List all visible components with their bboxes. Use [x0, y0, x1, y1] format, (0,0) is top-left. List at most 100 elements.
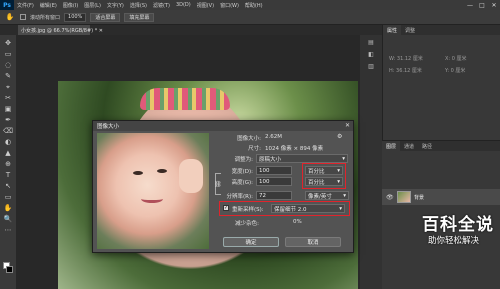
window-controls: — □ ✕ [464, 0, 500, 10]
eraser-tool-icon[interactable]: ⌫ [2, 127, 14, 136]
image-size-value: 2.62M [265, 134, 282, 140]
properties-tabs: 属性 调整 [383, 25, 500, 35]
tab-properties[interactable]: 属性 [383, 25, 402, 35]
panel-icon-strip: ▤ ◧ ▥ [360, 35, 382, 289]
dimensions-value: 1024 像素 × 894 像素 [265, 146, 324, 152]
frame-tool-icon[interactable]: ▣ [2, 105, 14, 114]
resolution-unit-value: 像素/英寸 [308, 193, 332, 200]
menu-select[interactable]: 选择(S) [127, 2, 150, 9]
quick-select-tool-icon[interactable]: ✎ [2, 72, 14, 81]
adjustments-icon[interactable]: ▥ [366, 63, 376, 71]
resolution-input[interactable]: 72 [256, 191, 292, 200]
fit-to-value: 原稿大小 [259, 156, 282, 163]
layers-tabs: 图层 通道 路径 [382, 141, 500, 151]
marquee-tool-icon[interactable]: ▭ [2, 50, 14, 59]
width-input[interactable]: 100 [256, 166, 292, 175]
watermark: 百科全说 助你轻松解决 [420, 210, 500, 260]
swatches-icon[interactable]: ◧ [366, 51, 376, 59]
history-icon[interactable]: ▤ [366, 39, 376, 47]
blur-tool-icon[interactable]: ▲ [2, 149, 14, 158]
menu-type[interactable]: 文字(Y) [104, 2, 127, 9]
fit-to-dropdown[interactable]: 原稿大小 ▾ [256, 154, 348, 163]
menu-edit[interactable]: 编辑(E) [37, 2, 60, 9]
dimensions-label: 尺寸: [248, 146, 261, 152]
fit-to-label: 调整为: [234, 157, 253, 163]
prop-y: Y: 0 厘米 [445, 68, 466, 74]
menu-layer[interactable]: 图层(L) [81, 2, 104, 9]
fill-screen-button[interactable]: 填充屏幕 [124, 12, 155, 22]
hand-tool-icon: ✋ [5, 12, 15, 21]
cancel-button[interactable]: 取消 [285, 237, 341, 247]
minimize-icon[interactable]: — [464, 0, 476, 10]
photoshop-logo: Ps [0, 0, 14, 10]
menu-image[interactable]: 图像(I) [60, 2, 81, 9]
menu-file[interactable]: 文件(F) [14, 2, 37, 9]
photo-headband [140, 88, 230, 110]
scroll-all-checkbox[interactable] [20, 14, 26, 20]
preview-right-eye [157, 169, 167, 173]
menu-window[interactable]: 窗口(W) [217, 2, 242, 9]
image-preview[interactable] [97, 133, 209, 249]
dodge-tool-icon[interactable]: ⊕ [2, 160, 14, 169]
image-size-dialog: 图像大小 ✕ 图像大小: 2.62M ⚙ 尺寸: 1024 像素 × 894 像… [92, 120, 354, 253]
chain-link-icon[interactable]: ⛓ [214, 181, 222, 188]
shape-tool-icon[interactable]: ▭ [2, 193, 14, 202]
height-input[interactable]: 100 [256, 177, 292, 186]
tab-paths[interactable]: 路径 [418, 141, 436, 151]
zoom-field[interactable]: 100% [64, 12, 87, 22]
slice-tool-icon[interactable]: ✂ [2, 94, 14, 103]
reduce-noise-label: 减少杂色: [235, 221, 259, 227]
more-tools-icon[interactable]: ⋯ [2, 226, 14, 235]
resolution-label: 分辨率(R): [226, 194, 253, 200]
ok-button[interactable]: 确定 [223, 237, 279, 247]
tab-channels[interactable]: 通道 [400, 141, 418, 151]
fit-screen-button[interactable]: 适合屏幕 [90, 12, 121, 22]
layer-row-background[interactable]: 👁 背景 [382, 189, 500, 205]
image-size-label: 图像大小: [237, 136, 261, 142]
tools-panel: ✥ ▭ ◌ ✎ ⌖ ✂ ▣ ✒ ⌫ ◐ ▲ ⊕ T ↖ ▭ ✋ 🔍 ⋯ [0, 35, 16, 289]
options-bar: ✋ 滚动所有窗口 100% 适合屏幕 填充屏幕 [0, 10, 500, 25]
preview-hand [179, 159, 203, 193]
dialog-close-icon[interactable]: ✕ [345, 122, 350, 129]
chevron-down-icon: ▾ [343, 192, 346, 199]
layer-thumbnail [397, 191, 411, 203]
background-color-swatch[interactable] [6, 266, 13, 273]
menu-3d[interactable]: 3D(D) [173, 2, 194, 8]
height-label: 高度(G): [231, 180, 253, 186]
prop-x: X: 0 厘米 [445, 56, 467, 62]
settings-gear-icon[interactable]: ⚙ [337, 133, 342, 140]
zoom-tool-icon[interactable]: 🔍 [2, 215, 14, 224]
dialog-title: 图像大小 [93, 121, 353, 131]
scroll-all-label: 滚动所有窗口 [30, 14, 61, 21]
width-label: 宽度(D): [231, 169, 253, 175]
hand-tool-icon[interactable]: ✋ [2, 204, 14, 213]
prop-height: H: 36.12 厘米 [389, 68, 422, 74]
watermark-subtitle: 助你轻松解决 [428, 236, 480, 246]
unit-highlight-box [302, 163, 346, 189]
path-select-tool-icon[interactable]: ↖ [2, 182, 14, 191]
resample-highlight-box [219, 201, 350, 216]
preview-mouth [141, 195, 163, 203]
crop-tool-icon[interactable]: ⌖ [2, 83, 14, 92]
close-icon[interactable]: ✕ [488, 0, 500, 10]
resolution-unit-dropdown[interactable]: 像素/英寸 ▾ [305, 191, 349, 200]
menu-view[interactable]: 视图(V) [194, 2, 217, 9]
tab-layers[interactable]: 图层 [382, 141, 401, 151]
prop-width: W: 31.12 厘米 [389, 56, 423, 62]
tab-adjustments[interactable]: 调整 [401, 25, 419, 35]
menu-help[interactable]: 帮助(H) [242, 2, 266, 9]
preview-left-eye [133, 171, 143, 175]
move-tool-icon[interactable]: ✥ [2, 39, 14, 48]
maximize-icon[interactable]: □ [476, 0, 488, 10]
brush-tool-icon[interactable]: ✒ [2, 116, 14, 125]
reduce-noise-value[interactable]: 0% [293, 219, 302, 225]
document-tab[interactable]: 小女孩.jpg @ 66.7%(RGB/8#) * ✕ [18, 25, 103, 35]
type-tool-icon[interactable]: T [2, 171, 14, 180]
chevron-down-icon: ▾ [342, 155, 345, 162]
gradient-tool-icon[interactable]: ◐ [2, 138, 14, 147]
layer-name: 背景 [414, 194, 425, 201]
lasso-tool-icon[interactable]: ◌ [2, 61, 14, 70]
menu-filter[interactable]: 滤镜(T) [150, 2, 173, 9]
properties-panel: 属性 调整 W: 31.12 厘米 X: 0 厘米 H: 36.12 厘米 Y:… [382, 25, 500, 140]
visibility-eye-icon[interactable]: 👁 [386, 194, 394, 201]
